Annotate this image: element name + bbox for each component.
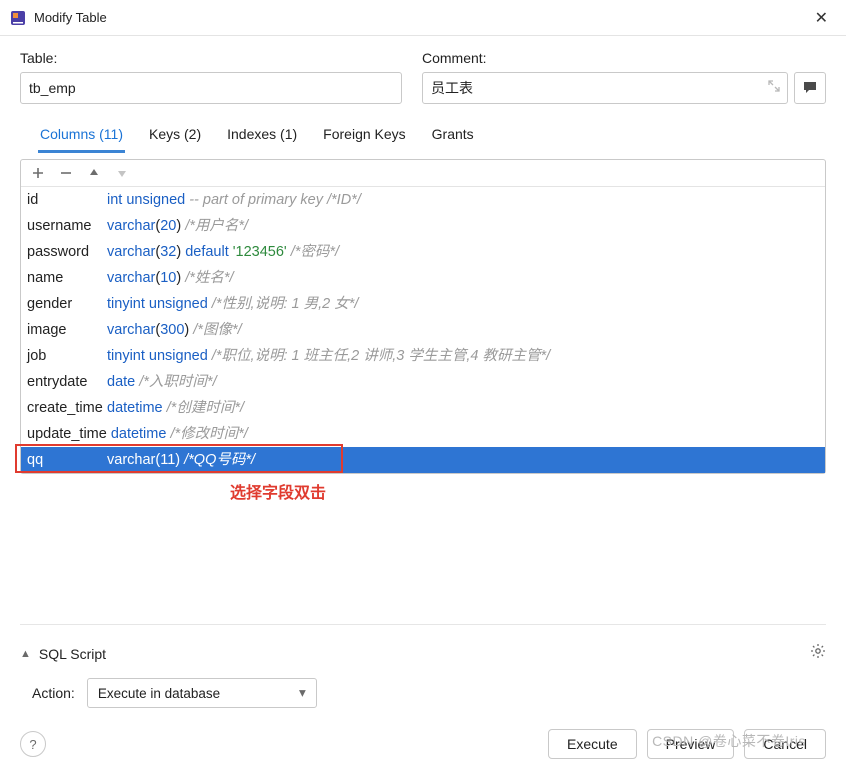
action-label: Action:: [32, 685, 75, 701]
window-title: Modify Table: [34, 10, 807, 25]
tab-keys[interactable]: Keys (2): [147, 120, 203, 153]
sql-script-title: SQL Script: [39, 646, 810, 662]
action-row: Action: Execute in database ▾: [32, 678, 826, 708]
top-fields-row: Table: Comment:: [20, 50, 826, 104]
divider: [20, 624, 826, 625]
table-field-group: Table:: [20, 50, 402, 104]
tab-indexes[interactable]: Indexes (1): [225, 120, 299, 153]
comment-label: Comment:: [422, 50, 826, 66]
column-row[interactable]: create_timedatetime /*创建时间*/: [21, 395, 825, 421]
expand-icon[interactable]: [768, 79, 780, 97]
close-button[interactable]: ✕: [807, 4, 836, 32]
tabs-bar: Columns (11) Keys (2) Indexes (1) Foreig…: [20, 120, 826, 153]
preview-button[interactable]: Preview: [647, 729, 735, 759]
action-select[interactable]: Execute in database ▾: [87, 678, 317, 708]
gear-icon[interactable]: [810, 643, 826, 664]
footer: ? Execute Preview Cancel: [0, 729, 846, 759]
table-label: Table:: [20, 50, 402, 66]
column-row[interactable]: update_timedatetime /*修改时间*/: [21, 421, 825, 447]
move-up-icon[interactable]: [87, 166, 101, 180]
execute-button[interactable]: Execute: [548, 729, 637, 759]
annotation-text: 选择字段双击: [230, 479, 326, 503]
cancel-button[interactable]: Cancel: [744, 729, 826, 759]
column-row[interactable]: usernamevarchar(20) /*用户名*/: [21, 213, 825, 239]
comment-field-group: Comment:: [422, 50, 826, 104]
column-row[interactable]: gendertinyint unsigned /*性别,说明: 1 男,2 女*…: [21, 291, 825, 317]
remove-icon[interactable]: [59, 166, 73, 180]
move-down-icon[interactable]: [115, 166, 129, 180]
column-row[interactable]: jobtinyint unsigned /*职位,说明: 1 班主任,2 讲师,…: [21, 343, 825, 369]
help-button[interactable]: ?: [20, 731, 46, 757]
titlebar: Modify Table ✕: [0, 0, 846, 36]
comment-input-row: [422, 72, 826, 104]
columns-list[interactable]: idint unsigned -- part of primary key /*…: [21, 187, 825, 473]
tab-columns[interactable]: Columns (11): [38, 120, 125, 153]
column-row[interactable]: namevarchar(10) /*姓名*/: [21, 265, 825, 291]
content-area: Table: Comment: Columns (11) Keys (2) In…: [0, 36, 846, 474]
comment-bubble-button[interactable]: [794, 72, 826, 104]
tab-grants[interactable]: Grants: [430, 120, 476, 153]
columns-toolbar: [21, 160, 825, 187]
app-icon: [10, 10, 26, 26]
comment-input[interactable]: [422, 72, 788, 104]
columns-panel: idint unsigned -- part of primary key /*…: [20, 159, 826, 474]
sql-script-section: ▲ SQL Script: [20, 643, 826, 664]
tab-foreign-keys[interactable]: Foreign Keys: [321, 120, 407, 153]
column-row[interactable]: passwordvarchar(32) default '123456' /*密…: [21, 239, 825, 265]
column-row[interactable]: imagevarchar(300) /*图像*/: [21, 317, 825, 343]
chevron-down-icon: ▾: [299, 685, 306, 701]
add-icon[interactable]: [31, 166, 45, 180]
column-row[interactable]: qqvarchar(11) /*QQ号码*/: [21, 447, 825, 473]
table-name-input[interactable]: [20, 72, 402, 104]
collapse-toggle-icon[interactable]: ▲: [20, 648, 31, 660]
column-row[interactable]: entrydatedate /*入职时间*/: [21, 369, 825, 395]
column-row[interactable]: idint unsigned -- part of primary key /*…: [21, 187, 825, 213]
action-select-value: Execute in database: [98, 686, 220, 701]
